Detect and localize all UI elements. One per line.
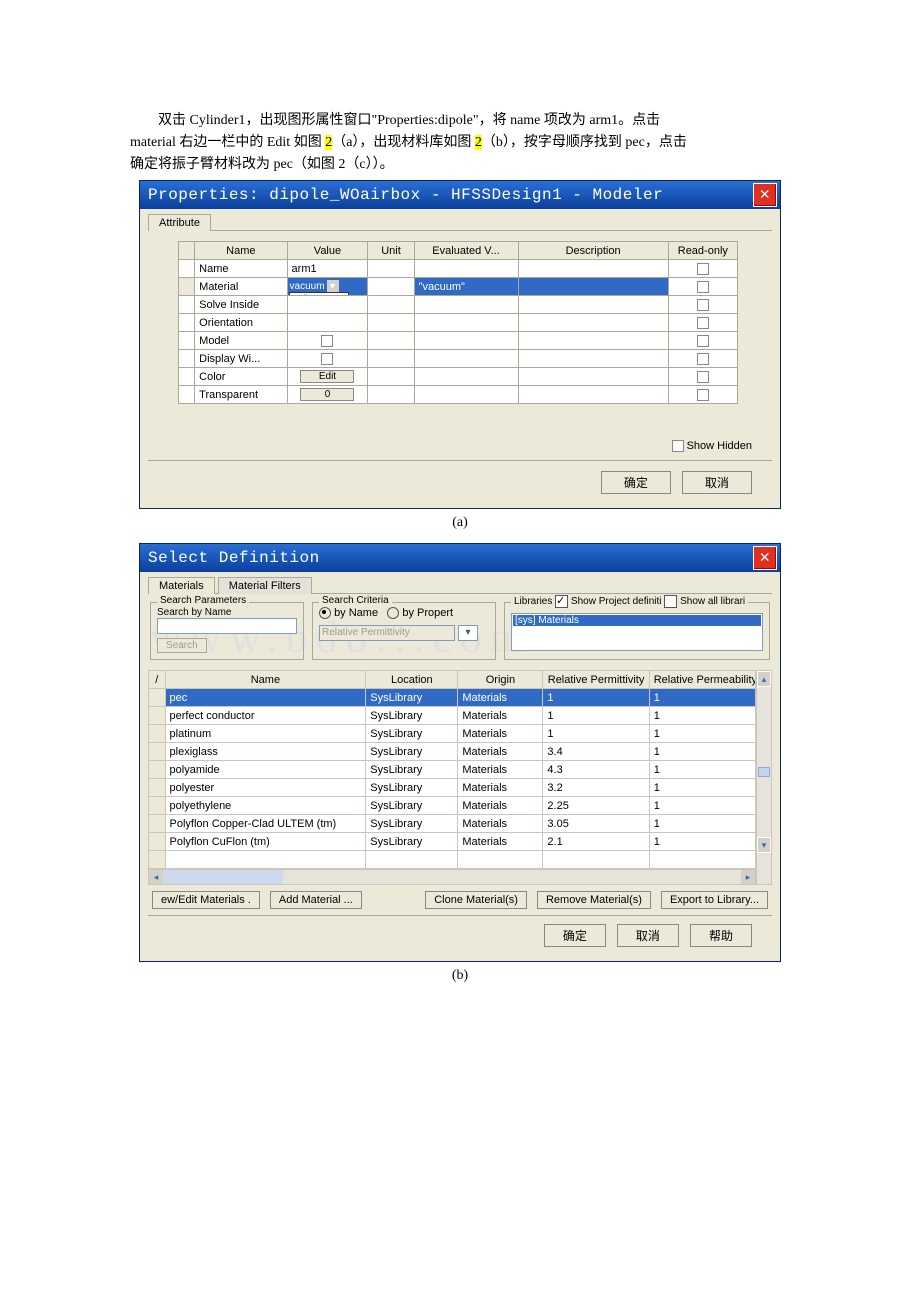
transparent-button[interactable]: 0 [300, 388, 354, 401]
legend: Search Criteria [319, 595, 392, 606]
window-title: Select Definition [148, 549, 753, 567]
search-input[interactable] [157, 618, 297, 634]
scroll-down-icon[interactable]: ▾ [757, 837, 771, 853]
remove-material-button[interactable]: Remove Material(s) [537, 891, 651, 909]
by-property-radio[interactable] [387, 607, 399, 619]
table-row[interactable]: Orientation [179, 314, 738, 332]
properties-table: Name Value Unit Evaluated V... Descripti… [178, 241, 738, 404]
window-title: Properties: dipole_WOairbox - HFSSDesign… [148, 186, 753, 204]
col-unit: Unit [368, 242, 414, 260]
legend: Search Parameters [157, 595, 249, 606]
help-button[interactable]: 帮助 [690, 924, 752, 947]
libraries-group: Libraries Show Project definiti Show all… [504, 602, 770, 660]
properties-window: Properties: dipole_WOairbox - HFSSDesign… [139, 180, 781, 509]
table-row[interactable]: polyethyleneSysLibraryMaterials2.251 [149, 797, 756, 815]
table-row [149, 851, 756, 869]
col-readonly: Read-only [668, 242, 737, 260]
checkbox-icon[interactable] [697, 281, 709, 293]
table-row[interactable]: Polyflon CuFlon (tm)SysLibraryMaterials2… [149, 833, 756, 851]
search-by-name-label: Search by Name [157, 607, 297, 618]
table-row[interactable]: polyesterSysLibraryMaterials3.21 [149, 779, 756, 797]
table-row[interactable]: Solve Inside [179, 296, 738, 314]
edit-materials-button[interactable]: ew/Edit Materials . [152, 891, 260, 909]
caption-a: (a) [130, 515, 790, 531]
show-project-checkbox[interactable] [555, 595, 568, 608]
ok-button[interactable]: 确定 [544, 924, 606, 947]
table-row[interactable]: perfect conductorSysLibraryMaterials11 [149, 707, 756, 725]
titlebar[interactable]: Properties: dipole_WOairbox - HFSSDesign… [140, 181, 780, 209]
col-eval: Evaluated V... [414, 242, 518, 260]
chevron-down-icon[interactable]: ▾ [458, 625, 478, 641]
show-all-checkbox[interactable] [664, 595, 677, 608]
show-hidden-label: Show Hidden [687, 440, 752, 452]
table-row[interactable]: Display Wi... [179, 350, 738, 368]
paragraph: 双击 Cylinder1，出现图形属性窗口"Properties:dipole"… [130, 110, 790, 176]
table-row[interactable]: Polyflon Copper-Clad ULTEM (tm)SysLibrar… [149, 815, 756, 833]
checkbox-icon[interactable] [697, 335, 709, 347]
table-row[interactable]: Transparent0 [179, 386, 738, 404]
clone-material-button[interactable]: Clone Material(s) [425, 891, 527, 909]
materials-table: / Name Location Origin Relative Permitti… [148, 670, 756, 869]
checkbox-icon[interactable] [697, 389, 709, 401]
table-row[interactable]: Model [179, 332, 738, 350]
cancel-button[interactable]: 取消 [682, 471, 752, 494]
tab-attribute[interactable]: Attribute [148, 214, 211, 231]
checkbox-icon[interactable] [321, 353, 333, 365]
show-hidden-checkbox[interactable] [672, 440, 684, 452]
criteria-select[interactable]: Relative Permittivity [319, 625, 455, 641]
titlebar[interactable]: Select Definition ✕ [140, 544, 780, 572]
search-criteria-group: Search Criteria by Name by Propert Relat… [312, 602, 496, 660]
checkbox-icon[interactable] [697, 263, 709, 275]
checkbox-icon[interactable] [697, 353, 709, 365]
search-parameters-group: Search Parameters Search by Name Search [150, 602, 304, 660]
caption-b: (b) [130, 968, 790, 984]
table-row[interactable]: polyamideSysLibraryMaterials4.31 [149, 761, 756, 779]
checkbox-icon[interactable] [697, 317, 709, 329]
checkbox-icon[interactable] [697, 299, 709, 311]
tab-materials[interactable]: Materials [148, 577, 215, 594]
export-library-button[interactable]: Export to Library... [661, 891, 768, 909]
horizontal-scrollbar[interactable]: ◂ ▸ [148, 869, 756, 885]
checkbox-icon[interactable] [697, 371, 709, 383]
search-button[interactable]: Search [157, 638, 207, 653]
table-row[interactable]: ColorEdit [179, 368, 738, 386]
add-material-button[interactable]: Add Material ... [270, 891, 362, 909]
col-value: Value [287, 242, 368, 260]
vertical-scrollbar[interactable]: ▴ ▾ [756, 670, 772, 885]
table-row[interactable]: Namearm1 [179, 260, 738, 278]
col-name: Name [195, 242, 287, 260]
tab-material-filters[interactable]: Material Filters [218, 577, 312, 594]
close-icon[interactable]: ✕ [753, 183, 777, 207]
ok-button[interactable]: 确定 [601, 471, 671, 494]
scroll-right-icon[interactable]: ▸ [741, 870, 755, 884]
flyout-edit[interactable]: Edit... [290, 294, 348, 296]
table-row[interactable]: pecSysLibraryMaterials11 [149, 689, 756, 707]
col-slash[interactable]: / [149, 671, 166, 689]
by-name-radio[interactable] [319, 607, 331, 619]
select-definition-window: Select Definition ✕ www.bdo...com Materi… [139, 543, 781, 962]
checkbox-icon[interactable] [321, 335, 333, 347]
scroll-thumb[interactable] [163, 870, 283, 884]
col-desc: Description [518, 242, 668, 260]
table-row[interactable]: Material vacuum▾ Edit... "pec" "vacuum" … [179, 278, 738, 296]
scroll-left-icon[interactable]: ◂ [149, 870, 163, 884]
scroll-up-icon[interactable]: ▴ [757, 671, 771, 687]
close-icon[interactable]: ✕ [753, 546, 777, 570]
material-flyout[interactable]: Edit... "pec" "vacuum" [289, 292, 349, 296]
cancel-button[interactable]: 取消 [617, 924, 679, 947]
edit-color-button[interactable]: Edit [300, 370, 354, 383]
library-selected[interactable]: [sys] Materials [513, 615, 761, 626]
table-row[interactable]: plexiglassSysLibraryMaterials3.41 [149, 743, 756, 761]
table-row[interactable]: platinumSysLibraryMaterials11 [149, 725, 756, 743]
scroll-thumb[interactable] [758, 767, 770, 777]
